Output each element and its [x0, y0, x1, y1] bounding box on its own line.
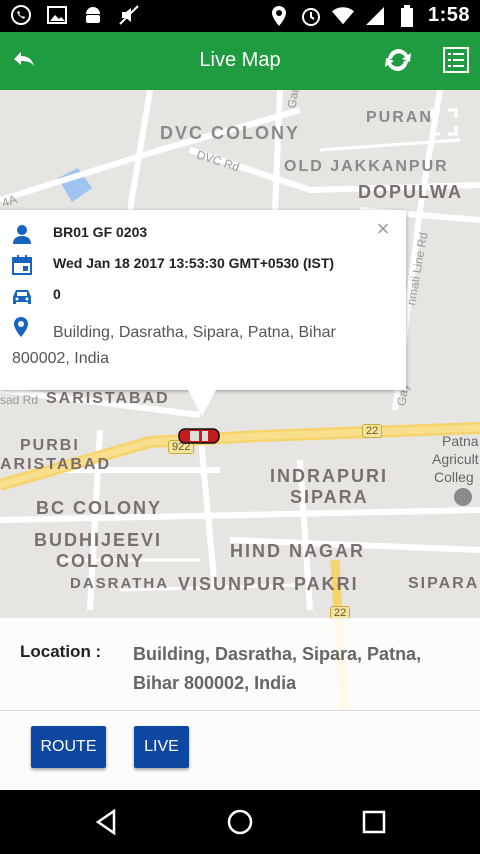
- map-label-dvc-colony: DVC COLONY: [160, 123, 301, 143]
- map-label-bc-colony: BC COLONY: [36, 498, 162, 518]
- map-label-purbi: PURBI: [20, 437, 80, 454]
- map-label-hind-nagar: HIND NAGAR: [230, 541, 365, 561]
- map-label-agricult: Agricult: [432, 451, 479, 467]
- wifi-icon: [331, 5, 354, 27]
- datetime-value: Wed Jan 18 2017 13:53:30 GMT+0530 (IST): [53, 255, 335, 271]
- map-label-indrapuri: INDRAPURI: [270, 466, 389, 486]
- panel-divider: [0, 710, 480, 711]
- map-label-sipara-right: SIPARA: [408, 575, 480, 592]
- vehicle-marker[interactable]: [178, 426, 220, 446]
- gallery-icon: [46, 4, 68, 26]
- map-view[interactable]: DVC COLONY DVC Rd OLD JAKKANPUR DOPULWA …: [0, 90, 480, 790]
- map-label-aristabad: ARISTABAD: [0, 456, 112, 473]
- map-label-sipara: SIPARA: [290, 487, 369, 507]
- back-triangle-icon[interactable]: [92, 808, 120, 836]
- vehicle-info-popup: × BR01 GF 0203 Wed Jan 18 2017 13:53:30 …: [0, 210, 406, 416]
- android-icon: [82, 4, 104, 26]
- car-icon: [12, 286, 32, 306]
- map-label-sad-rd: sad Rd: [0, 393, 39, 407]
- vehicle-number-row: BR01 GF 0203: [12, 224, 147, 244]
- location-label: Location :: [20, 642, 102, 661]
- speed-value: 0: [53, 286, 61, 302]
- close-icon[interactable]: ×: [374, 218, 392, 240]
- battery-icon: [396, 4, 418, 27]
- live-button[interactable]: LIVE: [134, 726, 189, 768]
- route-shield-22: 22: [362, 424, 383, 438]
- list-icon[interactable]: [442, 46, 470, 74]
- alarm-icon: [300, 5, 322, 27]
- speed-row: 0: [12, 286, 61, 306]
- location-value: Building, Dasratha, Sipara, Patna, Bihar…: [133, 644, 422, 693]
- map-label-saristabad: SARISTABAD: [46, 390, 170, 407]
- map-label-colony: COLONY: [56, 551, 146, 571]
- fullscreen-icon[interactable]: [430, 108, 458, 136]
- map-label-dopulwa: DOPULWA: [358, 182, 464, 202]
- person-icon: [12, 224, 32, 244]
- route-button[interactable]: ROUTE: [31, 726, 106, 768]
- calendar-icon: [12, 255, 32, 275]
- vehicle-number: BR01 GF 0203: [53, 224, 148, 240]
- map-label-budhijeevi: BUDHIJEEVI: [34, 530, 163, 550]
- map-label-dasratha: DASRATHA: [70, 575, 170, 592]
- system-nav-bar: [0, 790, 480, 854]
- address-value: Building, Dasratha, Sipara, Patna, Bihar…: [12, 324, 336, 367]
- signal-icon: [364, 5, 386, 27]
- map-label-puran: PURAN: [366, 109, 433, 126]
- map-label-colleg: Colleg: [434, 469, 474, 485]
- mute-icon: [118, 4, 140, 26]
- recents-square-icon[interactable]: [360, 808, 388, 836]
- app-bar: Live Map: [0, 32, 480, 90]
- map-label-old-jakkanpur: OLD JAKKANPUR: [284, 158, 449, 175]
- school-icon: [454, 488, 472, 506]
- datetime-row: Wed Jan 18 2017 13:53:30 GMT+0530 (IST): [12, 255, 334, 275]
- home-circle-icon[interactable]: [226, 808, 254, 836]
- map-label-visunpur-pakri: VISUNPUR PAKRI: [178, 574, 359, 594]
- location-panel: Location : Building, Dasratha, Sipara, P…: [0, 618, 480, 790]
- status-bar: 1:58: [0, 0, 480, 32]
- status-time: 1:58: [427, 4, 470, 26]
- refresh-icon[interactable]: [382, 44, 414, 76]
- map-label-patna: Patna: [442, 433, 479, 449]
- location-icon: [268, 5, 290, 27]
- whatsapp-icon: [10, 4, 32, 26]
